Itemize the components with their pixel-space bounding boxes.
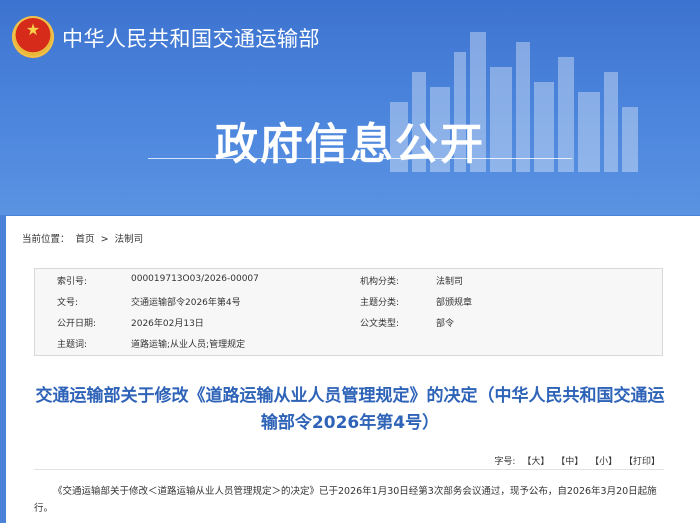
meta-row: 索引号: 000019713O03/2026-00007 机构分类: 法制司	[35, 271, 662, 291]
org-label: 机构分类:	[360, 277, 400, 287]
index-value: 000019713O03/2026-00007	[131, 274, 259, 284]
keywords-value: 道路运输;从业人员;管理规定	[131, 340, 246, 350]
type-value: 部令	[436, 319, 455, 329]
breadcrumb-label: 当前位置：	[22, 234, 70, 245]
date-label: 公开日期:	[57, 319, 97, 329]
index-label: 索引号:	[57, 277, 88, 287]
topic-value: 部颁规章	[436, 298, 473, 308]
topic-label: 主题分类:	[360, 298, 400, 308]
type-label: 公文类型:	[360, 319, 400, 329]
org-value: 法制司	[436, 277, 464, 287]
national-emblem-icon[interactable]	[12, 16, 54, 58]
docno-label: 文号:	[57, 298, 79, 308]
meta-row: 公开日期: 2026年02月13日 公文类型: 部令	[35, 313, 662, 333]
meta-row: 主题词: 道路运输;从业人员;管理规定	[35, 334, 662, 354]
document-meta-table: 索引号: 000019713O03/2026-00007 机构分类: 法制司 文…	[34, 268, 663, 356]
breadcrumb-separator: >	[100, 234, 109, 245]
site-name[interactable]: 中华人民共和国交通运输部	[62, 23, 320, 53]
meta-row: 文号: 交通运输部令2026年第4号 主题分类: 部颁规章	[35, 292, 662, 312]
hero-divider	[148, 158, 572, 159]
font-large-button[interactable]: 【大】	[522, 457, 549, 467]
breadcrumb-home-link[interactable]: 首页	[76, 234, 95, 245]
article-title: 交通运输部关于修改《道路运输从业人员管理规定》的决定（中华人民共和国交通运输部令…	[35, 386, 665, 433]
main-content: 当前位置： 首页 > 法制司 索引号: 000019713O03/2026-00…	[6, 216, 700, 523]
font-size-label: 字号:	[494, 457, 516, 467]
print-button[interactable]: 【打印】	[624, 457, 660, 467]
font-medium-button[interactable]: 【中】	[556, 457, 583, 467]
hero-title: 政府信息公开	[215, 120, 485, 170]
date-value: 2026年02月13日	[131, 319, 204, 329]
article-body: 《交通运输部关于修改＜道路运输从业人员管理规定＞的决定》已于2026年1月30日…	[34, 486, 657, 514]
font-size-controls: 字号: 【大】 【中】 【小】 【打印】	[490, 454, 660, 467]
breadcrumb: 当前位置： 首页 > 法制司	[22, 231, 146, 245]
breadcrumb-section-link[interactable]: 法制司	[115, 234, 144, 245]
docno-value: 交通运输部令2026年第4号	[131, 298, 241, 308]
font-small-button[interactable]: 【小】	[590, 457, 617, 467]
content-divider	[34, 469, 664, 470]
header-banner: 中华人民共和国交通运输部 政府信息公开	[0, 0, 700, 215]
keywords-label: 主题词:	[57, 340, 88, 350]
